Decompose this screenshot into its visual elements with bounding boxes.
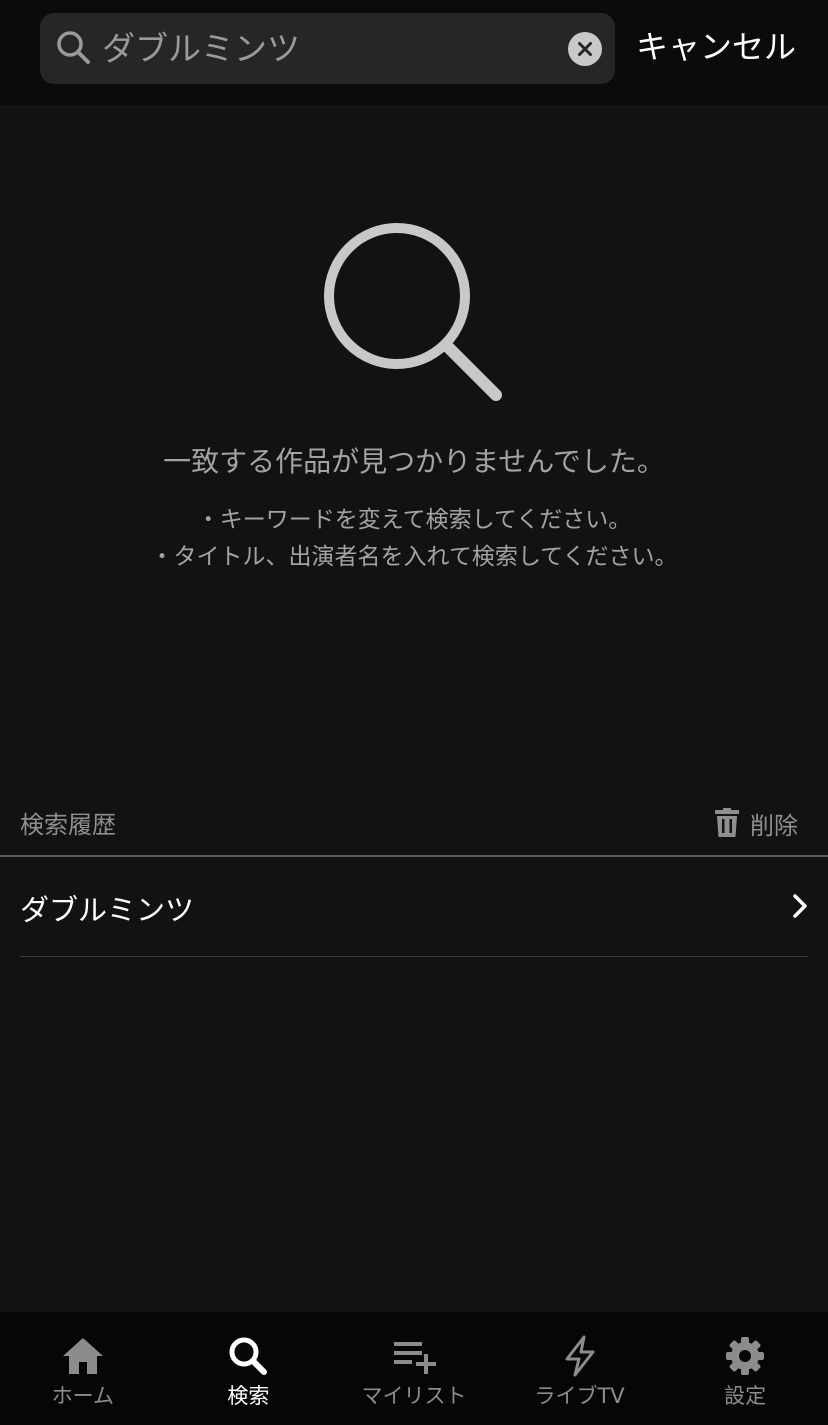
delete-history-button[interactable]: 削除	[714, 801, 798, 845]
history-item-label: ダブルミンツ	[20, 893, 195, 927]
close-icon	[578, 42, 592, 56]
no-results-search-icon	[324, 223, 502, 401]
gear-icon	[726, 1337, 765, 1375]
tab-home[interactable]: ホーム	[0, 1312, 166, 1425]
clear-search-button[interactable]	[568, 32, 602, 66]
tab-label: 設定	[724, 1384, 767, 1408]
divider	[20, 956, 808, 957]
history-item[interactable]: ダブルミンツ	[20, 857, 808, 956]
tab-settings[interactable]: 設定	[662, 1312, 828, 1425]
search-field-container[interactable]	[40, 13, 615, 84]
cancel-button[interactable]: キャンセル	[636, 24, 796, 70]
lightning-icon	[565, 1335, 595, 1377]
search-input[interactable]	[102, 13, 542, 84]
search-icon	[229, 1337, 268, 1375]
search-icon	[57, 31, 90, 64]
no-results-message: 一致する作品が見つかりませんでした。	[163, 445, 665, 478]
tab-search[interactable]: 検索	[166, 1312, 332, 1425]
tab-label: マイリスト	[361, 1384, 467, 1408]
hint-change-keyword: ・キーワードを変えて検索してください。	[196, 507, 632, 533]
playlist-add-icon	[393, 1342, 436, 1374]
trash-icon	[715, 808, 739, 837]
bottom-tab-bar: ホーム 検索 マイリスト ライブTV 設定	[0, 1312, 828, 1425]
tab-mylist[interactable]: マイリスト	[331, 1312, 497, 1425]
home-icon	[62, 1338, 103, 1374]
tab-label: ホーム	[51, 1384, 114, 1408]
tab-label: 検索	[227, 1384, 270, 1408]
chevron-right-icon	[793, 894, 807, 918]
search-history-header: 検索履歴 削除	[0, 795, 828, 855]
delete-label: 削除	[750, 811, 798, 840]
hint-enter-title-or-cast: ・タイトル、出演者名を入れて検索してください。	[150, 544, 678, 570]
search-history-title: 検索履歴	[20, 811, 116, 839]
tab-label: ライブTV	[534, 1384, 625, 1408]
search-header: キャンセル	[0, 0, 828, 105]
tab-live-tv[interactable]: ライブTV	[497, 1312, 663, 1425]
